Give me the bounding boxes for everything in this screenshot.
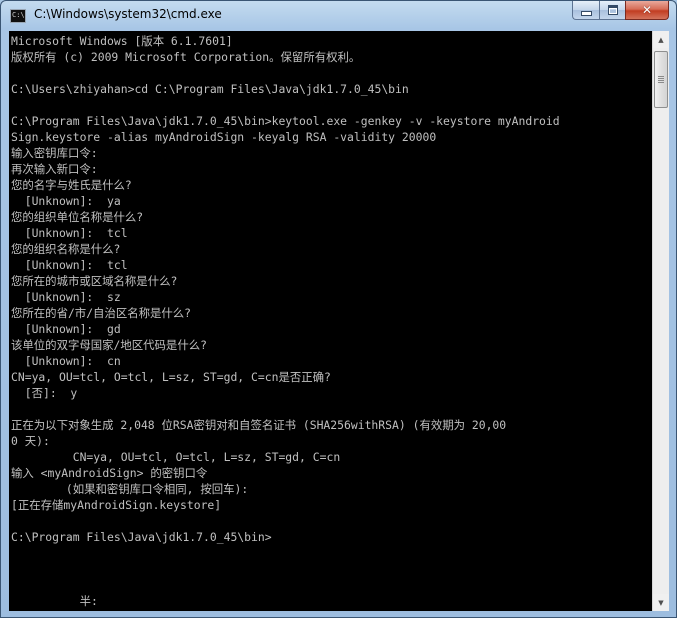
window-title: C:\Windows\system32\cmd.exe bbox=[34, 7, 222, 21]
scroll-up-button[interactable]: ▲ bbox=[653, 31, 669, 48]
console-text: Microsoft Windows [版本 6.1.7601] 版权所有 (c) … bbox=[11, 33, 560, 609]
console-line: [Unknown]: tcl bbox=[11, 226, 128, 240]
close-icon: ✕ bbox=[641, 3, 653, 17]
maximize-button[interactable] bbox=[599, 1, 625, 20]
console-line: 您所在的城市或区域名称是什么? bbox=[11, 274, 178, 288]
console-line: [Unknown]: gd bbox=[11, 322, 121, 336]
console-line: [Unknown]: cn bbox=[11, 354, 121, 368]
app-icon-text: C:\ bbox=[12, 11, 25, 19]
console-line: C:\Program Files\Java\jdk1.7.0_45\bin> bbox=[11, 530, 272, 544]
vertical-scrollbar[interactable]: ▲ ▼ bbox=[652, 31, 669, 611]
maximize-icon bbox=[607, 5, 618, 15]
console-line: 您所在的省/市/自治区名称是什么? bbox=[11, 306, 192, 320]
console-line: 输入 <myAndroidSign> 的密钥口令 bbox=[11, 466, 208, 480]
cmd-window: C:\ C:\Windows\system32\cmd.exe ✕ Micros… bbox=[0, 0, 677, 618]
console-line: Sign.keystore -alias myAndroidSign -keya… bbox=[11, 130, 437, 144]
console-line: C:\Program Files\Java\jdk1.7.0_45\bin>ke… bbox=[11, 114, 560, 128]
console-line: [否]: y bbox=[11, 386, 78, 400]
console-line: 输入密钥库口令: bbox=[11, 146, 98, 160]
console-line: C:\Users\zhiyahan>cd C:\Program Files\Ja… bbox=[11, 82, 409, 96]
console-line: 0 天): bbox=[11, 434, 50, 448]
console-line: 再次输入新口令: bbox=[11, 162, 98, 176]
title-bar[interactable]: C:\ C:\Windows\system32\cmd.exe ✕ bbox=[1, 1, 676, 31]
console-line: [正在存储myAndroidSign.keystore] bbox=[11, 498, 222, 512]
scroll-thumb[interactable] bbox=[654, 51, 668, 108]
cmd-app-icon[interactable]: C:\ bbox=[10, 9, 26, 23]
console-line: 版权所有 (c) 2009 Microsoft Corporation。保留所有… bbox=[11, 50, 361, 64]
close-button[interactable]: ✕ bbox=[625, 1, 669, 20]
minimize-icon bbox=[580, 11, 592, 16]
console-line: 您的组织单位名称是什么? bbox=[11, 210, 144, 224]
console-line: [Unknown]: ya bbox=[11, 194, 121, 208]
console-line: 该单位的双字母国家/地区代码是什么? bbox=[11, 338, 207, 352]
console-line: [Unknown]: tcl bbox=[11, 258, 128, 272]
console-line: Microsoft Windows [版本 6.1.7601] bbox=[11, 34, 233, 48]
console-output[interactable]: Microsoft Windows [版本 6.1.7601] 版权所有 (c) … bbox=[9, 31, 652, 611]
console-line: 正在为以下对象生成 2,048 位RSA密钥对和自签名证书 (SHA256wit… bbox=[11, 418, 507, 432]
grip-icon bbox=[658, 76, 664, 83]
chevron-down-icon: ▼ bbox=[658, 598, 664, 607]
console-line: (如果和密钥库口令相同, 按回车): bbox=[11, 482, 249, 496]
chevron-up-icon: ▲ bbox=[658, 35, 664, 44]
console-line: CN=ya, OU=tcl, O=tcl, L=sz, ST=gd, C=cn bbox=[11, 450, 341, 464]
console-line: 您的名字与姓氏是什么? bbox=[11, 178, 132, 192]
scroll-down-button[interactable]: ▼ bbox=[653, 594, 669, 611]
caption-buttons: ✕ bbox=[572, 1, 669, 20]
console-line: [Unknown]: sz bbox=[11, 290, 121, 304]
minimize-button[interactable] bbox=[572, 1, 599, 20]
console-line: 半: bbox=[11, 594, 98, 608]
console-line: CN=ya, OU=tcl, O=tcl, L=sz, ST=gd, C=cn是… bbox=[11, 370, 331, 384]
console-line: 您的组织名称是什么? bbox=[11, 242, 121, 256]
